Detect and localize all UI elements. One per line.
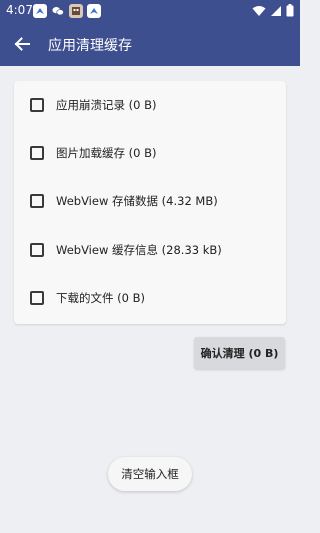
checkbox[interactable] — [30, 291, 44, 305]
status-time: 4:07 — [6, 3, 33, 17]
app-bar: 应用清理缓存 — [0, 22, 300, 66]
signal-icon — [271, 5, 281, 16]
system-icons — [252, 4, 294, 17]
option-label: 图片加载缓存 (0 B) — [56, 146, 157, 160]
game-avatar-icon — [69, 4, 83, 18]
bird-app-icon — [33, 4, 47, 18]
cache-options-card: 应用崩溃记录 (0 B) 图片加载缓存 (0 B) WebView 存储数据 (… — [14, 81, 286, 324]
page-title: 应用清理缓存 — [48, 38, 132, 54]
option-label: 应用崩溃记录 (0 B) — [56, 98, 157, 112]
checkbox[interactable] — [30, 194, 44, 208]
checkbox[interactable] — [30, 146, 44, 160]
back-button[interactable] — [10, 32, 34, 56]
arrow-left-icon — [14, 37, 30, 51]
option-crash-logs[interactable]: 应用崩溃记录 (0 B) — [14, 85, 286, 125]
option-webview-storage[interactable]: WebView 存储数据 (4.32 MB) — [14, 181, 286, 221]
option-webview-cache[interactable]: WebView 缓存信息 (28.33 kB) — [14, 230, 286, 270]
wifi-icon — [252, 5, 266, 16]
bird-app-icon — [87, 4, 101, 18]
option-label: WebView 存储数据 (4.32 MB) — [56, 194, 218, 208]
confirm-clean-button[interactable]: 确认清理 (0 B) — [194, 337, 285, 369]
status-bar: 4:07 — [0, 0, 300, 22]
option-downloaded-files[interactable]: 下载的文件 (0 B) — [14, 278, 286, 318]
option-label: 下载的文件 (0 B) — [56, 291, 145, 305]
wechat-icon — [51, 4, 65, 18]
option-label: WebView 缓存信息 (28.33 kB) — [56, 243, 222, 257]
notification-icons — [33, 4, 101, 18]
checkbox[interactable] — [30, 98, 44, 112]
checkbox[interactable] — [30, 243, 44, 257]
battery-icon — [286, 4, 294, 17]
clear-input-button[interactable]: 清空输入框 — [108, 457, 192, 491]
option-image-cache[interactable]: 图片加载缓存 (0 B) — [14, 133, 286, 173]
